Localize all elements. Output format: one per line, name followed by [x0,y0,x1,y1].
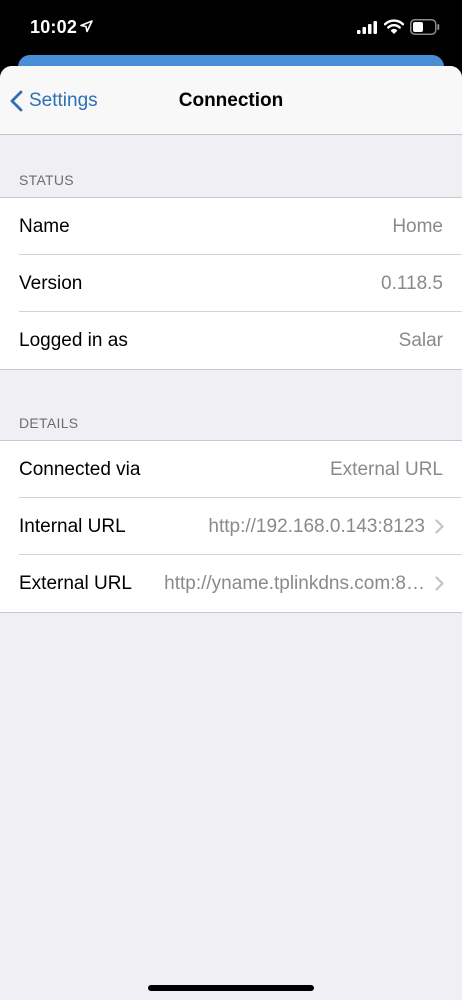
row-external-url[interactable]: External URL http://yname.tplinkdns.com:… [0,554,462,612]
row-value: Home [392,215,443,237]
row-label: External URL [19,572,132,594]
row-value: External URL [330,458,443,480]
row-name: Name Home [0,198,462,255]
section-header-details: DETAILS [19,415,79,431]
connection-sheet: Settings Connection STATUS Name Home Ver… [0,66,462,1000]
row-value: http://192.168.0.143:8123 [208,515,425,537]
status-time: 10:02 [30,17,78,37]
location-arrow-icon [80,20,93,33]
row-internal-url[interactable]: Internal URL http://192.168.0.143:8123 [0,497,462,555]
row-value: 0.118.5 [381,272,443,294]
row-version: Version 0.118.5 [0,254,462,312]
row-value: Salar [398,329,443,351]
home-indicator[interactable] [148,985,314,991]
row-connected-via: Connected via External URL [0,441,462,498]
row-label: Name [19,215,70,237]
row-label: Logged in as [19,329,128,351]
wifi-icon [384,19,404,34]
row-logged-in-as: Logged in as Salar [0,311,462,369]
battery-icon [410,19,440,35]
status-bar: 10:02 [0,0,462,58]
page-title: Connection [178,90,284,111]
section-header-status: STATUS [19,172,74,188]
cellular-signal-icon [357,21,377,34]
chevron-right-icon [435,576,444,591]
chevron-right-icon [435,519,444,534]
details-group: Connected via External URL Internal URL … [0,440,462,613]
row-label: Version [19,272,83,294]
row-value: http://yname.tplinkdns.com:8… [164,572,425,594]
row-label: Internal URL [19,515,126,537]
status-group: Name Home Version 0.118.5 Logged in as S… [0,197,462,370]
navigation-bar: Settings Connection [0,66,462,135]
row-label: Connected via [19,458,141,480]
